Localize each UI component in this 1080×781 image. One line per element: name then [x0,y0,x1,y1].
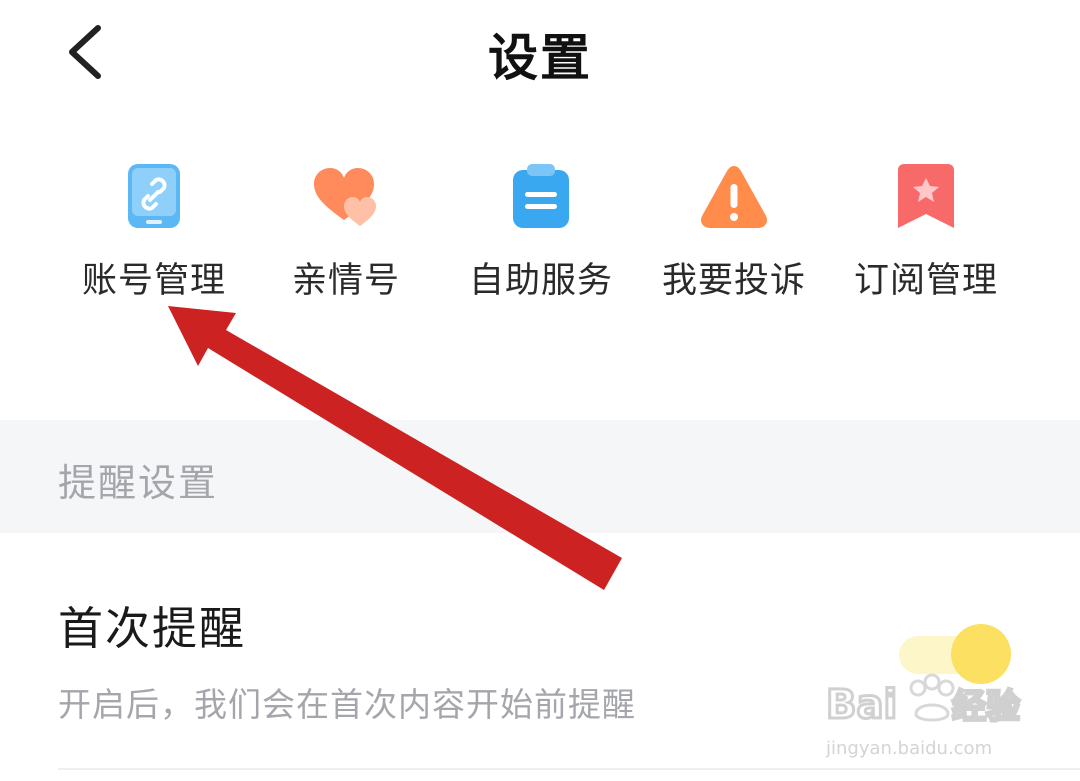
shortcut-account-management[interactable]: 账号管理 [64,160,244,301]
bookmark-star-icon [898,164,954,228]
first-reminder-description: 开启后，我们会在首次内容开始前提醒 [58,685,636,724]
shortcut-label: 亲情号 [291,261,400,301]
shortcut-complaint[interactable]: 我要投诉 [644,160,824,301]
svg-text:经验: 经验 [952,687,1020,727]
warning-triangle-icon [700,166,768,228]
page-title: 设置 [488,29,592,87]
baidu-watermark-logo: Bai 经验 jingyan.baidu.com [825,673,1022,759]
account-tablet-icon [128,164,180,228]
shortcut-self-service[interactable]: 自助服务 [451,160,631,301]
shortcut-label: 我要投诉 [661,261,806,301]
svg-text:jingyan.baidu.com: jingyan.baidu.com [825,738,992,759]
shortcut-subscription-management[interactable]: 订阅管理 [836,160,1016,301]
section-title: 提醒设置 [58,461,219,505]
shortcut-label: 订阅管理 [853,261,998,301]
settings-page: 设置 账号管理 亲情号 自助服务 我要投诉 订阅管理 提醒设置 首次提醒 开启后… [0,0,1080,781]
shortcut-label: 自助服务 [468,261,613,301]
hearts-icon [314,168,376,226]
first-reminder-title: 首次提醒 [58,602,247,655]
shortcut-family-number[interactable]: 亲情号 [256,160,436,301]
svg-text:Bai: Bai [826,682,897,728]
shortcut-label: 账号管理 [81,261,226,301]
clipboard-icon [513,164,569,228]
